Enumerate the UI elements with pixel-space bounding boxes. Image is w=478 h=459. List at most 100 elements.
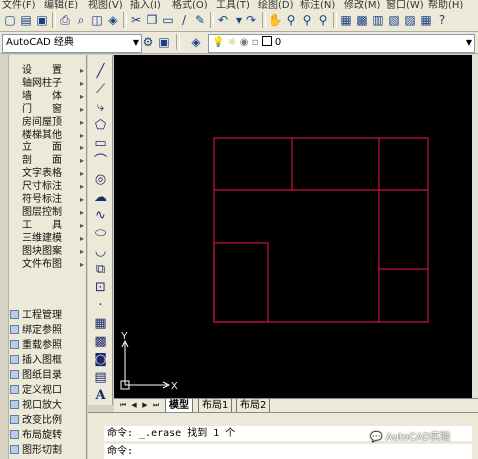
tool-panel-subitem[interactable]: 绑定参照 [8, 324, 86, 338]
next-tab-icon[interactable]: ▶ [140, 400, 150, 411]
sheet-set-icon[interactable]: ▧ [386, 12, 402, 28]
tab-layout2[interactable]: 布局2 [236, 399, 271, 413]
help-icon[interactable]: ? [434, 12, 450, 28]
pan-icon[interactable]: ✋ [267, 12, 283, 28]
properties-icon[interactable]: ▦ [338, 12, 354, 28]
new-file-icon[interactable]: ▢ [2, 12, 18, 28]
tool-panel-item[interactable]: 尺寸标注 ▸ [8, 181, 86, 193]
layer-on-icon[interactable]: 💡 [212, 37, 224, 48]
open-file-icon[interactable]: ▤ [18, 12, 34, 28]
workspace-settings-icon[interactable]: ⚙ [140, 34, 156, 50]
chevron-down-icon[interactable]: ▼ [466, 35, 472, 50]
tool-panel-item[interactable]: 房间屋顶 ▸ [8, 117, 86, 129]
ellipse-icon[interactable]: ⬭ [92, 225, 109, 242]
last-tab-icon[interactable]: ⏭ [151, 400, 161, 411]
multiline-text-icon[interactable]: A [92, 387, 109, 404]
menu-file[interactable]: 文件(F) [2, 0, 36, 9]
circle-icon[interactable]: ◎ [92, 171, 109, 188]
menu-edit[interactable]: 编辑(E) [44, 0, 78, 9]
menu-dimension[interactable]: 标注(N) [300, 0, 335, 9]
prev-tab-icon[interactable]: ◀ [129, 400, 139, 411]
workspace-select[interactable]: AutoCAD 经典 ▼ [2, 34, 142, 53]
zoom-realtime-icon[interactable]: ⚲ [283, 12, 299, 28]
tool-panel-item[interactable]: 楼梯其他 ▸ [8, 130, 86, 142]
room-rect[interactable] [213, 242, 269, 323]
tool-panel-item[interactable]: 文字表格 ▸ [8, 168, 86, 180]
menu-insert[interactable]: 插入(I) [130, 0, 161, 9]
rectangle-icon[interactable]: ▭ [92, 135, 109, 152]
tool-panel-subitem[interactable]: 插入图框 [8, 354, 86, 368]
tool-panel-item[interactable]: 符号标注 ▸ [8, 194, 86, 206]
tool-panel-item[interactable]: 文件布图 ▸ [8, 259, 86, 271]
markup-icon[interactable]: ▨ [402, 12, 418, 28]
arc-icon[interactable]: ⌒ [92, 153, 109, 170]
workspace-save-icon[interactable]: ▣ [156, 34, 172, 50]
outer-wall[interactable] [213, 137, 429, 323]
chevron-down-icon[interactable]: ▼ [133, 35, 139, 50]
tool-panel-item[interactable]: 三维建模 ▸ [8, 233, 86, 245]
print-icon[interactable]: ⎙ [57, 12, 73, 28]
tool-panel-item[interactable]: 图层控制 ▸ [8, 207, 86, 219]
3d-publish-icon[interactable]: ◈ [105, 12, 121, 28]
floor-plan[interactable] [213, 137, 429, 323]
tool-panel-item[interactable]: 门 窗 ▸ [8, 104, 86, 116]
revision-cloud-icon[interactable]: ☁ [92, 189, 109, 206]
menu-modify[interactable]: 修改(M) [344, 0, 380, 9]
tool-panel-subitem[interactable]: 布局旋转 [8, 429, 86, 443]
spline-icon[interactable]: ∿ [92, 207, 109, 224]
layer-plot-icon[interactable]: ▫ [252, 37, 259, 48]
polygon-icon[interactable]: ⬠ [92, 117, 109, 134]
tool-panel-item[interactable]: 工 具 ▸ [8, 220, 86, 232]
tool-panel-subitem[interactable]: 视口放大 [8, 399, 86, 413]
match-properties-icon[interactable]: ∕ [176, 12, 192, 28]
layer-select[interactable]: 💡 ☼ ◉ ▫ 0 ▼ [208, 34, 475, 53]
tool-panel-subitem[interactable]: 图形切割 [8, 444, 86, 458]
save-icon[interactable]: ▣ [34, 12, 50, 28]
publish-icon[interactable]: ◫ [89, 12, 105, 28]
tab-model[interactable]: 模型 [165, 399, 193, 413]
block-editor-icon[interactable]: ✎ [192, 12, 208, 28]
copy-icon[interactable]: ❐ [144, 12, 160, 28]
menu-draw[interactable]: 绘图(D) [258, 0, 294, 9]
tool-panel-item[interactable]: 图块图案 ▸ [8, 246, 86, 258]
layer-manager-icon[interactable]: ◈ [188, 34, 204, 50]
menu-help[interactable]: 帮助(H) [428, 0, 463, 9]
zoom-previous-icon[interactable]: ⚲ [315, 12, 331, 28]
table-icon[interactable]: ▤ [92, 369, 109, 386]
tool-panel-item[interactable]: 轴网柱子 ▸ [8, 78, 86, 90]
menu-format[interactable]: 格式(O) [172, 0, 208, 9]
make-block-icon[interactable]: ⊡ [92, 279, 109, 296]
tool-panel-item[interactable]: 剖 面 ▸ [8, 155, 86, 167]
menu-view[interactable]: 视图(V) [88, 0, 123, 9]
layer-lock-icon[interactable]: ◉ [240, 37, 249, 48]
tool-panel-item[interactable]: 墙 体 ▸ [8, 91, 86, 103]
tool-panel-item[interactable]: 立 面 ▸ [8, 142, 86, 154]
line-icon[interactable]: ╱ [92, 63, 109, 80]
menu-tools[interactable]: 工具(T) [216, 0, 250, 9]
tool-panel-subitem[interactable]: 重载参照 [8, 339, 86, 353]
tool-panel-item[interactable]: 设 置 ▸ [8, 65, 86, 77]
tab-layout1[interactable]: 布局1 [198, 399, 233, 413]
first-tab-icon[interactable]: ⏮ [118, 400, 128, 411]
menu-window[interactable]: 窗口(W) [386, 0, 424, 9]
design-center-icon[interactable]: ▩ [354, 12, 370, 28]
tool-panel-subitem[interactable]: 图纸目录 [8, 369, 86, 383]
layer-freeze-icon[interactable]: ☼ [228, 37, 237, 48]
polyline-icon[interactable]: ⤷ [92, 99, 109, 116]
command-input[interactable]: 命令: [104, 444, 472, 459]
redo-icon[interactable]: ↷ [243, 12, 259, 28]
undo-icon[interactable]: ↶ [215, 12, 231, 28]
insert-block-icon[interactable]: ⧉ [92, 261, 109, 278]
quickcalc-icon[interactable]: ▦ [418, 12, 434, 28]
ellipse-arc-icon[interactable]: ◡ [92, 243, 109, 260]
hatch-icon[interactable]: ▦ [92, 315, 109, 332]
point-icon[interactable]: · [92, 297, 109, 314]
vertical-scrollbar[interactable] [472, 55, 478, 398]
region-icon[interactable]: ◙ [92, 351, 109, 368]
tool-panel-subitem[interactable]: 工程管理 [8, 309, 86, 323]
print-preview-icon[interactable]: ⌕ [73, 12, 89, 28]
gradient-icon[interactable]: ▩ [92, 333, 109, 350]
tool-panel-subitem[interactable]: 改变比例 [8, 414, 86, 428]
construction-line-icon[interactable]: ⟋ [92, 81, 109, 98]
tool-palettes-icon[interactable]: ▥ [370, 12, 386, 28]
